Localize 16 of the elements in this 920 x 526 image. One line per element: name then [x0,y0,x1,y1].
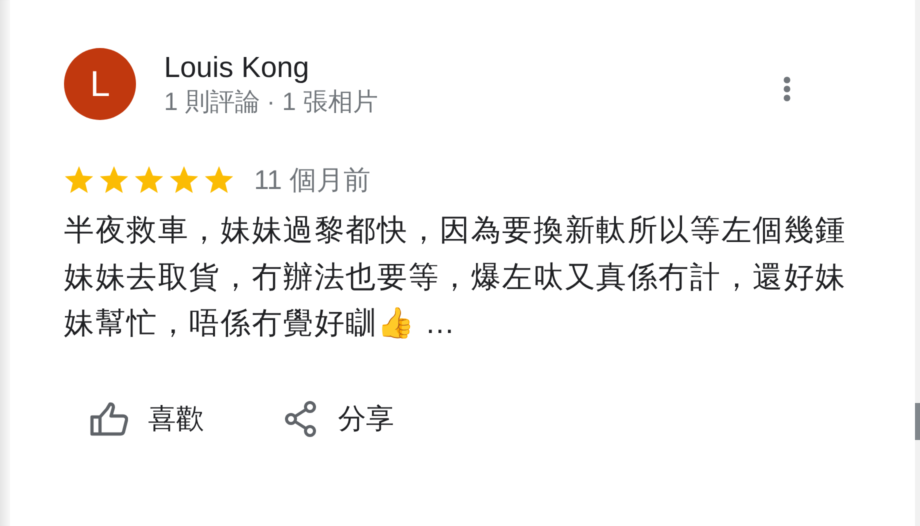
star-icon [64,166,94,194]
star-icon [99,166,129,194]
more-options-icon[interactable] [783,76,791,102]
share-icon [284,400,318,436]
author-name: Louis Kong [164,51,310,86]
star-icon [134,166,164,194]
star-icon [169,166,199,194]
like-button[interactable]: 喜歡 [90,400,204,438]
scrollbar-thumb[interactable] [915,403,920,440]
review-time: 11 個月前 [254,164,371,197]
author-stats: 1 則評論 · 1 張相片 [164,87,378,118]
avatar: L [64,48,136,120]
star-icon [204,166,234,194]
thumbs-up-icon [90,402,128,436]
share-button[interactable]: 分享 [284,400,394,438]
review-text: 半夜救車，妹妹過黎都快，因為要換新軚所以等左個幾鍾妹妹去取貨，冇辦法也要等，爆左呔又真係冇計，還好妹妹幫忙，唔係冇覺好瞓👍 … [64,213,848,342]
